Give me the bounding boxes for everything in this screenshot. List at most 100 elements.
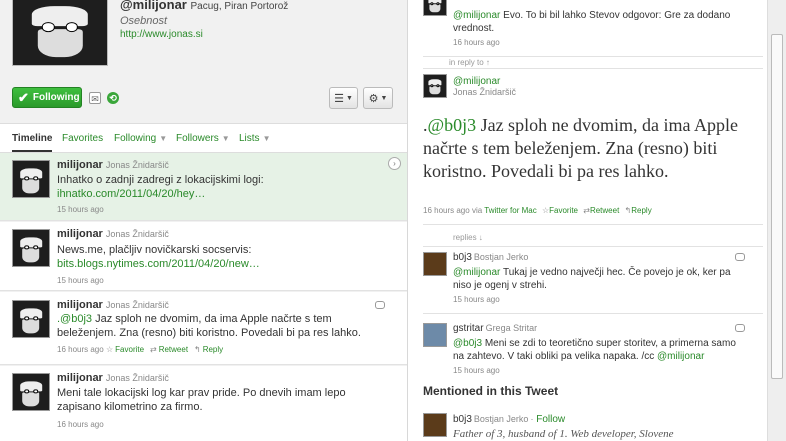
tweet-fullname: Jonas Žnidaršič — [105, 373, 169, 383]
retweet-action[interactable]: ⇄Retweet — [583, 206, 619, 215]
star-icon: ☆ — [106, 345, 114, 354]
follow-link[interactable]: Follow — [536, 414, 565, 425]
mentioned-fullname: Bostjan Jerko — [473, 414, 529, 424]
tweet-fullname: Bostjan Jerko — [473, 252, 529, 262]
tweet-username[interactable]: milijonar — [57, 228, 103, 240]
reply-tweet[interactable]: gstritar Grega Stritar @b0j3 Meni se zdi … — [409, 318, 767, 375]
tweet-source-link[interactable]: Twitter for Mac — [484, 206, 536, 215]
chevron-right-icon[interactable]: › — [388, 157, 401, 170]
retweets-toggle-icon[interactable]: ⟲ — [107, 92, 119, 104]
tweet-avatar[interactable] — [12, 229, 50, 267]
tweet-timestamp[interactable]: 15 hours ago — [57, 276, 104, 285]
tab-following[interactable]: Following ▼ — [114, 133, 167, 144]
tab-lists[interactable]: Lists ▼ — [239, 133, 270, 144]
tweet-mention[interactable]: @milijonar — [657, 351, 704, 362]
reply-tweet[interactable]: b0j3 Bostjan Jerko @milijonar Tukaj je ve… — [409, 250, 767, 312]
tweet-timestamp[interactable]: 16 hours ago — [423, 206, 470, 215]
in-reply-to-label[interactable]: in reply to ↑ — [449, 58, 490, 67]
profile-bio: Osebnost — [120, 15, 168, 27]
main-tweet-meta: 16 hours ago via Twitter for Mac ☆Favori… — [423, 206, 652, 215]
divider — [423, 246, 763, 247]
mentioned-user[interactable]: b0j3 Bostjan Jerko · Follow Father of 3, h… — [409, 409, 767, 441]
tweet-username[interactable]: milijonar — [57, 159, 103, 171]
timeline-tweet[interactable]: milijonar Jonas Žnidaršič Inhatko o zadnj… — [0, 153, 407, 221]
tweet-mention[interactable]: @b0j3 — [453, 338, 482, 349]
context-tweet[interactable]: @milijonar Evo. To bi bil lahko Stevov o… — [409, 0, 767, 60]
main-tweet-text: .@b0j3 Jaz sploh ne dvomim, da ima Apple… — [423, 115, 739, 181]
reply-action[interactable]: ↰Reply — [625, 206, 652, 215]
retweet-action[interactable]: ⇄Retweet — [150, 345, 188, 354]
mentioned-heading: Mentioned in this Tweet — [423, 384, 559, 398]
tweet-avatar[interactable] — [12, 300, 50, 338]
timeline-tweet[interactable]: milijonar Jonas Žnidaršič News.me, plačlj… — [0, 222, 407, 291]
tweet-username[interactable]: b0j3 — [453, 252, 472, 263]
tweet-link[interactable]: bits.blogs.nytimes.com/2011/04/20/new… — [57, 258, 260, 270]
main-tweet-avatar[interactable] — [423, 74, 447, 98]
tweet-avatar[interactable] — [423, 323, 447, 347]
tweet-avatar[interactable] — [423, 252, 447, 276]
tweet-avatar[interactable] — [12, 160, 50, 198]
tweet-mention[interactable]: @milijonar — [453, 267, 500, 278]
list-icon: ☰ — [334, 92, 344, 105]
profile-location: Pacug, Piran Portorož — [190, 1, 289, 12]
following-button[interactable]: ✔ Following — [12, 87, 82, 108]
scrollbar[interactable] — [767, 0, 786, 441]
gear-menu-button[interactable]: ⚙ ▼ — [363, 87, 393, 109]
tweet-timestamp[interactable]: 16 hours ago — [453, 38, 500, 47]
tweet-mention[interactable]: @milijonar — [453, 10, 500, 21]
chevron-down-icon: ▼ — [380, 94, 388, 102]
timeline-tweet[interactable]: milijonar Jonas Žnidaršič .@b0j3 Jaz splo… — [0, 292, 407, 365]
mentioned-user-bio: Father of 3, husband of 1. Web developer… — [453, 428, 674, 440]
tweet-avatar[interactable] — [423, 0, 447, 16]
favorite-action[interactable]: ☆Favorite — [106, 345, 144, 354]
conversation-icon[interactable] — [735, 253, 745, 261]
profile-name-line: @milijonar Pacug, Piran Portorož — [120, 0, 288, 12]
retweet-icon: ⇄ — [150, 345, 157, 354]
main-tweet-username[interactable]: @milijonar — [453, 76, 500, 87]
tweet-text: .@b0j3 Jaz sploh ne dvomim, da ima Apple… — [57, 313, 361, 339]
favorite-action[interactable]: ☆Favorite — [542, 206, 578, 215]
profile-username: @milijonar — [120, 0, 187, 12]
tweet-mention[interactable]: @b0j3 — [428, 115, 477, 135]
tab-timeline[interactable]: Timeline — [12, 133, 53, 152]
tweet-text: Inhatko o zadnji zadregi z lokacijskimi … — [57, 174, 264, 200]
chevron-down-icon: ▼ — [345, 94, 353, 102]
tweet-fullname: Jonas Žnidaršič — [105, 300, 169, 310]
mentioned-user-name: b0j3 Bostjan Jerko · Follow — [453, 414, 566, 425]
tweet-username[interactable]: milijonar — [57, 299, 103, 311]
conversation-icon[interactable] — [375, 301, 385, 309]
divider — [423, 68, 763, 69]
tweet-timestamp[interactable]: 16 hours ago — [57, 345, 104, 354]
tweet-timestamp[interactable]: 15 hours ago — [57, 205, 104, 214]
divider — [423, 313, 763, 314]
list-menu-button[interactable]: ☰ ▼ — [329, 87, 358, 109]
tweet-text: @milijonar Tukaj je vedno največji hec. … — [453, 267, 731, 291]
tweet-timestamp[interactable]: 16 hours ago — [57, 420, 104, 429]
tweet-author: gstritar Grega Stritar — [453, 323, 537, 334]
tab-followers[interactable]: Followers ▼ — [176, 133, 230, 144]
timeline-tweet[interactable]: milijonar Jonas Žnidaršič Meni tale lokac… — [0, 366, 407, 441]
tweet-mention[interactable]: .@b0j3 — [57, 313, 92, 325]
scrollbar-thumb[interactable] — [771, 34, 783, 379]
replies-label[interactable]: replies ↓ — [453, 233, 483, 242]
mentioned-user-avatar[interactable] — [423, 413, 447, 437]
mentioned-username[interactable]: b0j3 — [453, 414, 472, 425]
direct-message-icon[interactable]: ✉ — [89, 92, 101, 104]
conversation-icon[interactable] — [735, 324, 745, 332]
profile-url-link[interactable]: http://www.jonas.si — [120, 29, 203, 40]
check-icon: ✔ — [18, 89, 29, 105]
tweet-timestamp[interactable]: 15 hours ago — [453, 295, 500, 304]
profile-tabs: Timeline Favorites Following ▼ Followers ▼… — [0, 123, 407, 153]
tab-favorites[interactable]: Favorites — [62, 133, 103, 144]
tweet-link[interactable]: ihnatko.com/2011/04/20/hey… — [57, 188, 205, 200]
tweet-username[interactable]: gstritar — [453, 323, 484, 334]
profile-avatar[interactable] — [12, 0, 108, 66]
profile-header: @milijonar Pacug, Piran Portorož Osebnos… — [0, 0, 407, 123]
avatar-face-image — [31, 5, 89, 58]
tweet-username[interactable]: milijonar — [57, 372, 103, 384]
chevron-down-icon: ▼ — [262, 134, 271, 143]
tweet-timestamp[interactable]: 15 hours ago — [453, 366, 500, 375]
divider — [423, 56, 763, 57]
reply-action[interactable]: ↰Reply — [194, 345, 223, 354]
tweet-avatar[interactable] — [12, 373, 50, 411]
